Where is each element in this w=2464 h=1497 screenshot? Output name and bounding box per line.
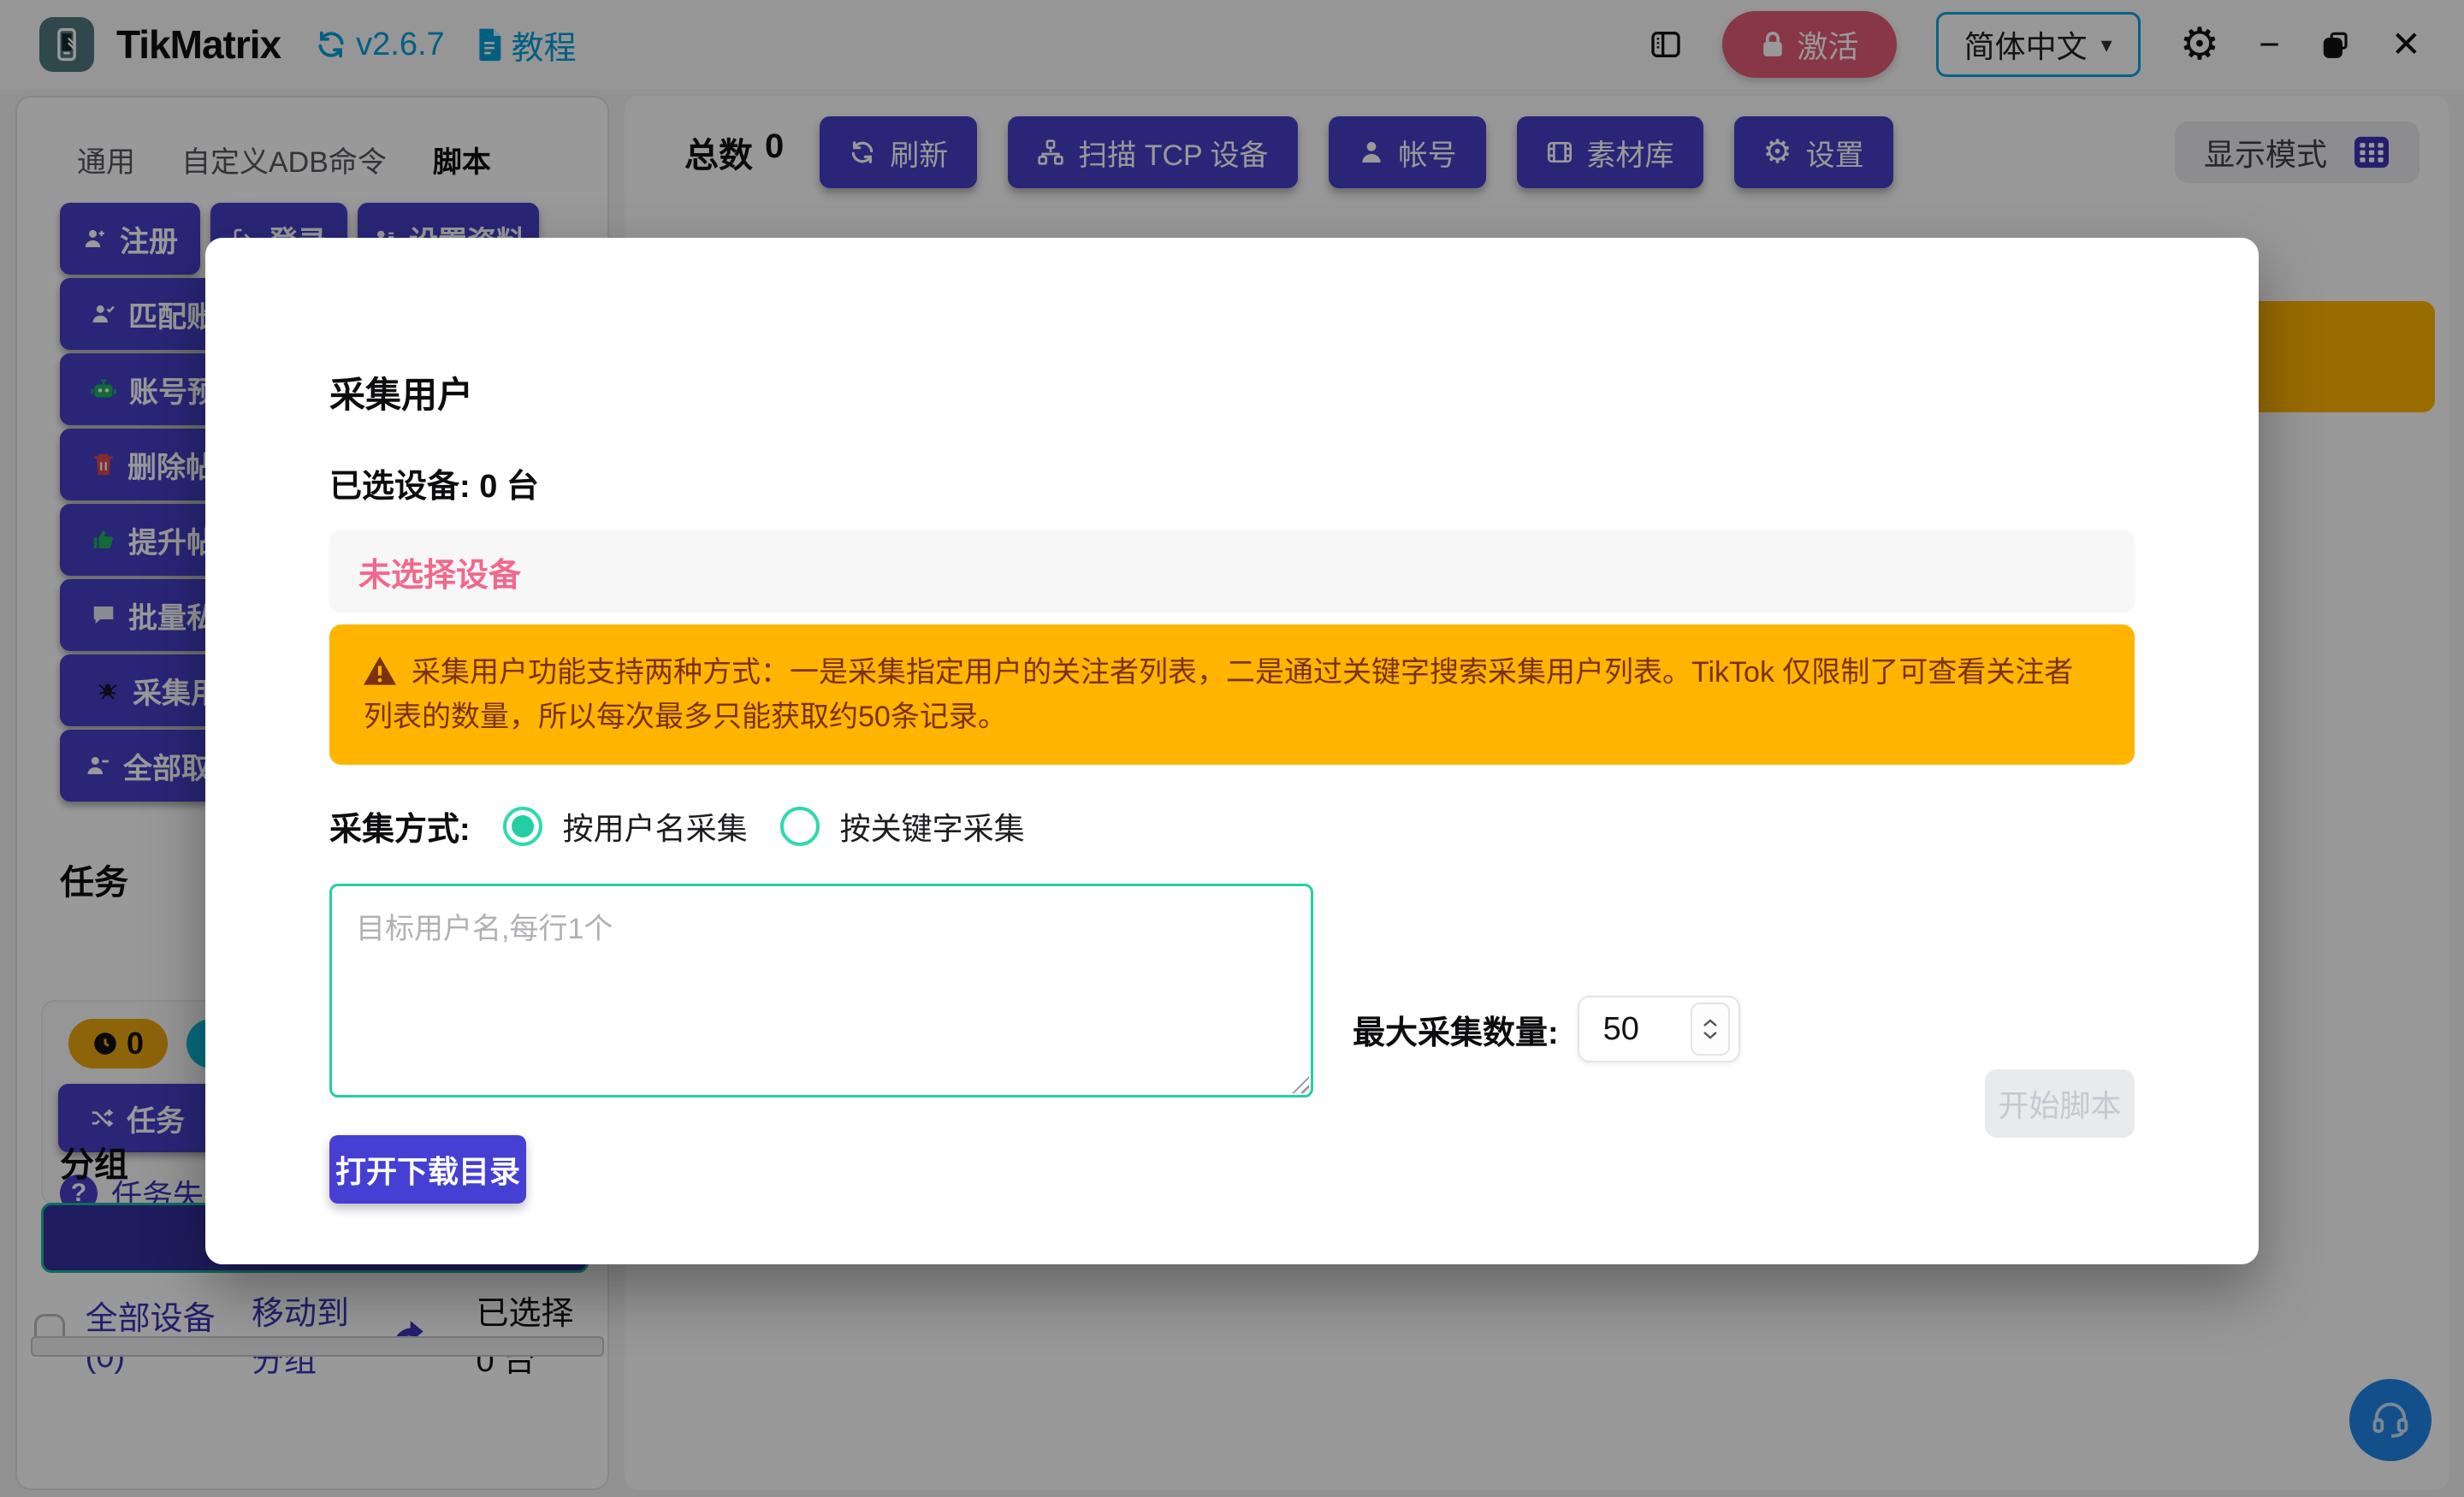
radio-by-username-label[interactable]: 按用户名采集	[563, 804, 748, 849]
target-users-input[interactable]	[329, 884, 1313, 1098]
radio-by-username[interactable]	[503, 807, 542, 846]
selected-devices-label: 已选设备: 0 台	[329, 459, 2135, 506]
method-label: 采集方式:	[329, 802, 471, 849]
device-status-box: 未选择设备	[329, 530, 2135, 612]
method-row: 采集方式: 按用户名采集 按关键字采集	[329, 802, 2135, 849]
warning-text: 采集用户功能支持两种方式：一是采集指定用户的关注者列表，二是通过关键字搜索采集用…	[364, 656, 2073, 733]
radio-by-keyword[interactable]	[780, 807, 820, 846]
scrape-users-modal: 采集用户 已选设备: 0 台 未选择设备 采集用户功能支持两种方式：一是采集指定…	[205, 238, 2259, 1264]
max-count-input-box	[1578, 996, 1740, 1062]
open-download-dir-button[interactable]: 打开下载目录	[329, 1135, 526, 1204]
max-count-group: 最大采集数量:	[1353, 961, 1740, 1098]
no-device-label: 未选择设备	[358, 548, 521, 595]
modal-title: 采集用户	[329, 366, 2135, 418]
start-script-button[interactable]: 开始脚本	[1985, 1069, 2135, 1138]
max-count-input[interactable]	[1603, 1011, 1689, 1048]
radio-by-keyword-label[interactable]: 按关键字采集	[840, 804, 1025, 849]
max-count-label: 最大采集数量:	[1353, 1006, 1559, 1053]
warning-icon	[364, 656, 396, 685]
number-stepper[interactable]	[1691, 1003, 1730, 1056]
warning-banner: 采集用户功能支持两种方式：一是采集指定用户的关注者列表，二是通过关键字搜索采集用…	[329, 624, 2135, 765]
